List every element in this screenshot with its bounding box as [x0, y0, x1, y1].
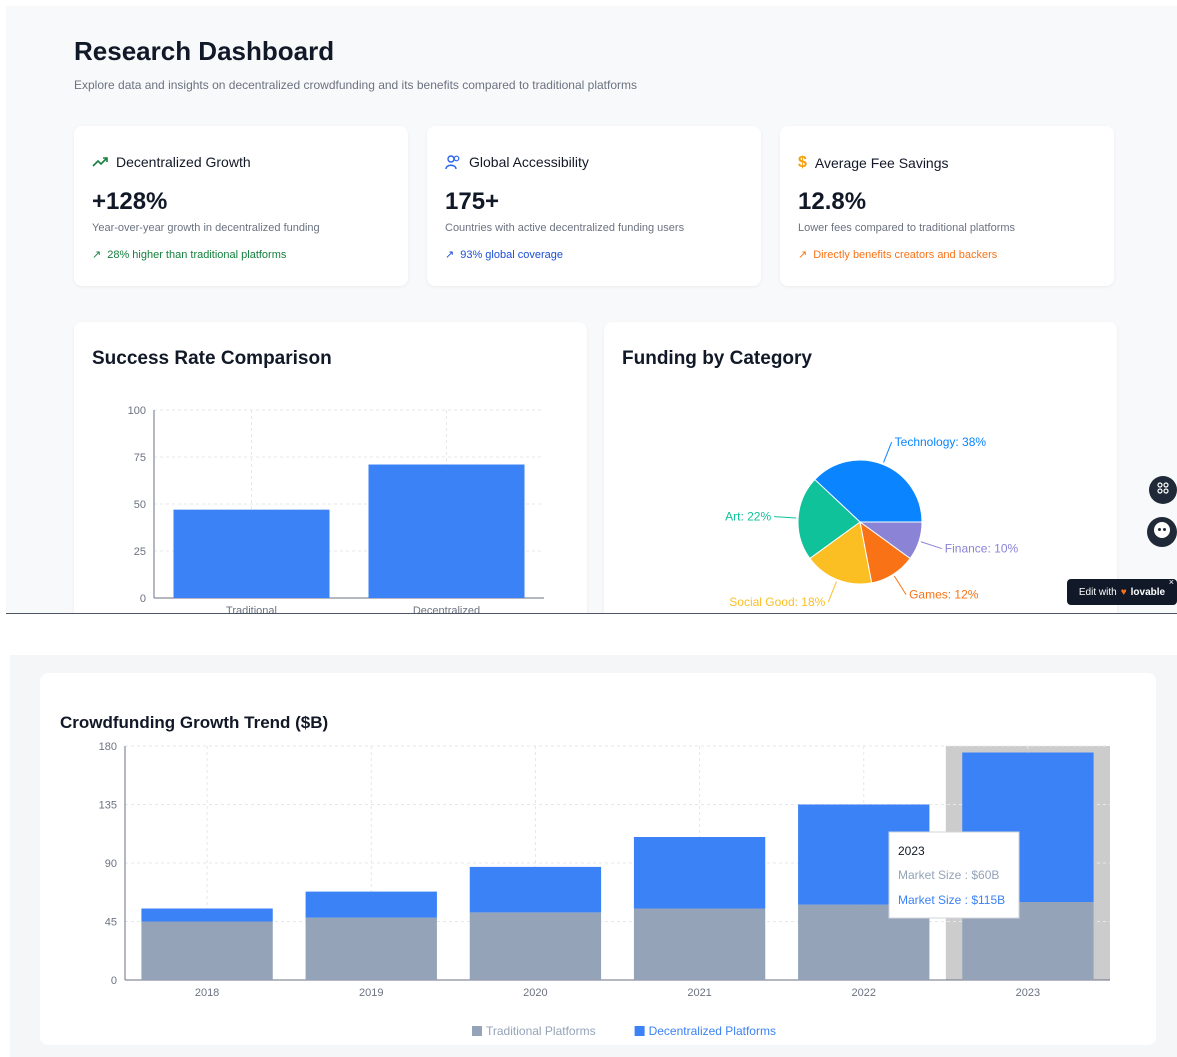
pie-label-leader: [920, 541, 942, 550]
bar-decentralized: [368, 464, 525, 598]
y-tick-label: 135: [99, 800, 117, 812]
tooltip-decentralized: Market Size : $115B: [898, 893, 1005, 907]
dashboard-top-view: Research Dashboard Explore data and insi…: [6, 6, 1177, 614]
stat-card-growth: Decentralized Growth +128% Year-over-yea…: [74, 126, 408, 286]
pie-label: Finance: 10%: [945, 542, 1019, 556]
dollar-icon: $: [798, 154, 807, 171]
arrow-up-right-icon: ↗: [798, 249, 808, 261]
pie-label: Art: 22%: [725, 510, 771, 524]
close-icon[interactable]: ×: [1169, 577, 1174, 587]
pie-label: Technology: 38%: [895, 435, 987, 449]
y-tick-label: 50: [134, 499, 146, 511]
bar-segment: [469, 866, 602, 913]
growth-trend-chart: 0 45 90 135 180 2018 2019 2020 2021 2022 2023 Tradi…: [99, 741, 1110, 1038]
stat-title: Global Accessibility: [469, 154, 589, 170]
stat-note-text: Directly benefits creators and backers: [813, 248, 998, 261]
stat-title: Decentralized Growth: [116, 154, 251, 170]
stat-value: +128%: [92, 188, 168, 215]
stat-title: Average Fee Savings: [814, 155, 949, 171]
dashboard-growth-view: Crowdfunding Growth Trend ($B) 0 45 90 135 1…: [10, 655, 1177, 1057]
bar-segment: [141, 921, 273, 980]
success-rate-card: Success Rate Comparison 0 25 50 75 100 Tradit…: [74, 322, 587, 614]
y-tick-label: 45: [105, 917, 117, 929]
users-icon: [445, 154, 461, 170]
grid-menu-button[interactable]: [1149, 476, 1177, 504]
stat-card-header: Decentralized Growth: [92, 154, 251, 170]
x-tick-label: 2021: [687, 987, 711, 999]
stat-note: ↗ 28% higher than traditional platforms: [92, 248, 287, 262]
legend-label: Decentralized Platforms: [649, 1024, 776, 1038]
y-tick-label: 75: [134, 452, 146, 464]
arrow-up-right-icon: ↗: [92, 249, 102, 261]
legend-swatch: [634, 1026, 645, 1036]
pie-label: Social Good: 18%: [729, 595, 825, 609]
page-title: Research Dashboard: [74, 36, 335, 66]
bar-segment: [305, 917, 437, 980]
bar-segment: [633, 908, 766, 980]
y-tick-label: 0: [111, 975, 117, 987]
pie-label-leader: [893, 575, 907, 595]
assistant-button[interactable]: [1147, 517, 1177, 547]
stat-card-accessibility: Global Accessibility 175+ Countries with…: [427, 126, 761, 286]
edit-badge-brand: lovable: [1130, 586, 1166, 598]
pie-label-leader: [774, 516, 797, 519]
edit-with-lovable-badge[interactable]: Edit with ♥ lovable ×: [1067, 577, 1177, 605]
bar-segment: [469, 912, 602, 980]
stat-note-text: 28% higher than traditional platforms: [107, 248, 287, 261]
arrow-up-right-icon: ↗: [445, 249, 455, 261]
legend-label: Traditional Platforms: [486, 1024, 596, 1038]
stat-card-header: Global Accessibility: [445, 154, 589, 170]
bar-traditional: [173, 509, 330, 598]
chat-bot-icon: [1153, 521, 1171, 544]
bar-segment: [633, 837, 766, 909]
edit-badge-text: Edit with: [1078, 586, 1117, 598]
x-tick-label: 2020: [523, 987, 547, 999]
chart-tooltip: 2023 Market Size : $60B Market Size : $115…: [888, 831, 1020, 919]
y-tick-label: 100: [128, 405, 146, 417]
x-tick-label: 2018: [195, 987, 219, 999]
tooltip-title: 2023: [898, 844, 925, 858]
stat-description: Countries with active decentralized fund…: [445, 222, 685, 234]
y-tick-label: 25: [134, 546, 146, 558]
x-tick-label: Decentralized: [413, 605, 480, 614]
bar-segment: [141, 908, 273, 922]
bar-segment: [305, 891, 437, 918]
pie-label-leader: [883, 441, 893, 463]
pie-label-leader: [827, 581, 837, 603]
stat-note-text: 93% global coverage: [460, 248, 563, 261]
success-rate-chart: 0 25 50 75 100 Traditional Decentralized: [128, 405, 544, 614]
page-subtitle: Explore data and insights on decentraliz…: [74, 78, 637, 92]
growth-trend-card: Crowdfunding Growth Trend ($B) 0 45 90 135 1…: [40, 673, 1156, 1045]
stat-description: Year-over-year growth in decentralized f…: [92, 222, 320, 234]
x-tick-label: Traditional: [226, 605, 277, 614]
legend-swatch: [472, 1026, 482, 1036]
stat-note: ↗ Directly benefits creators and backers: [798, 248, 998, 262]
y-tick-label: 180: [99, 741, 117, 753]
stat-description: Lower fees compared to traditional platf…: [798, 222, 1016, 234]
stat-note: ↗ 93% global coverage: [445, 248, 563, 262]
stat-card-fees: $ Average Fee Savings 12.8% Lower fees c…: [780, 126, 1114, 286]
trending-up-icon: [92, 154, 108, 170]
stat-value: 175+: [445, 188, 500, 215]
pie-label: Games: 12%: [909, 588, 979, 602]
funding-category-chart: Technology: 38% Finance: 10% Games: 12% Soc…: [725, 435, 1019, 609]
stat-card-header: $ Average Fee Savings: [798, 154, 949, 172]
y-tick-label: 90: [105, 858, 117, 870]
x-tick-label: 2022: [852, 987, 876, 999]
x-tick-label: 2023: [1016, 987, 1040, 999]
funding-category-card: Funding by Category Technology: 38% Finan…: [604, 322, 1117, 613]
stat-value: 12.8%: [798, 188, 867, 215]
heart-icon: ♥: [1120, 586, 1127, 598]
x-tick-label: 2019: [359, 987, 383, 999]
grid-icon: [1156, 481, 1170, 500]
tooltip-traditional: Market Size : $60B: [898, 868, 999, 882]
y-tick-label: 0: [140, 593, 146, 605]
